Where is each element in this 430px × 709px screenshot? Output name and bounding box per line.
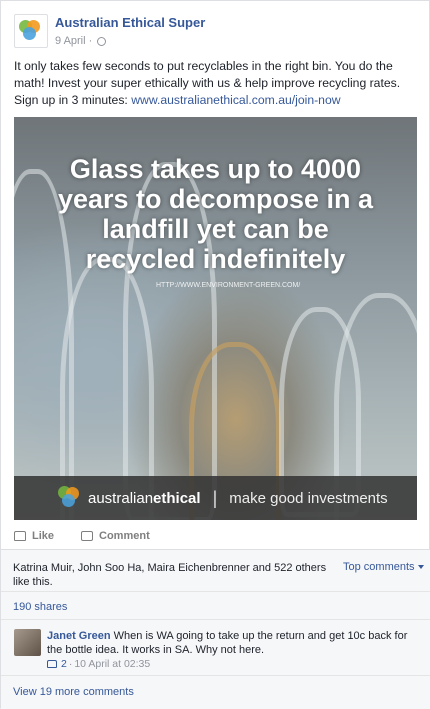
facebook-post-card: Australian Ethical Super 9 April · It on… — [0, 0, 430, 709]
comment-time[interactable]: 10 April at 02:35 — [74, 658, 150, 670]
page-logo[interactable] — [14, 14, 48, 48]
comment-body: Janet Green When is WA going to take up … — [47, 629, 417, 657]
image-headline: Glass takes up to 4000 years to decompos… — [57, 154, 374, 274]
shares-link[interactable]: 190 shares — [13, 601, 67, 613]
post-meta: Australian Ethical Super 9 April · — [55, 14, 205, 50]
chevron-down-icon — [417, 565, 424, 570]
top-comments-dropdown[interactable]: Top comments — [343, 561, 424, 573]
likes-summary: Katrina Muir, John Soo Ha, Maira Eichenb… — [1, 549, 430, 591]
shares-row: 190 shares — [1, 591, 430, 619]
speech-bubble-icon — [81, 531, 94, 541]
likes-text[interactable]: Katrina Muir, John Soo Ha, Maira Eichenb… — [13, 561, 330, 589]
post-header: Australian Ethical Super 9 April · — [14, 14, 205, 50]
thumbs-up-icon — [14, 531, 26, 541]
page-name[interactable]: Australian Ethical Super — [55, 15, 205, 30]
post-date-row: 9 April · — [55, 35, 205, 47]
brand-banner: australianethical | make good investment… — [14, 476, 417, 520]
thumbs-up-icon — [47, 660, 57, 668]
comment-item: Janet Green When is WA going to take up … — [1, 619, 430, 675]
brand-tagline: make good investments — [229, 489, 388, 507]
post-actions: Like Comment — [14, 530, 150, 542]
comment-meta: 2 · 10 April at 02:35 — [47, 658, 150, 670]
comment-label: Comment — [99, 530, 150, 542]
globe-icon — [97, 36, 107, 46]
like-button[interactable]: Like — [14, 530, 54, 542]
post-date[interactable]: 9 April — [55, 35, 86, 47]
post-link[interactable]: www.australianethical.com.au/join-now — [131, 93, 340, 107]
image-source-url: HTTP://WWW.ENVIRONMENT-GREEN.COM/ — [156, 282, 301, 289]
brand-divider: | — [212, 487, 218, 508]
post-text: It only takes few seconds to put recycla… — [14, 58, 419, 109]
like-label: Like — [32, 530, 55, 542]
australian-ethical-logo — [56, 486, 80, 510]
avatar[interactable] — [14, 629, 41, 656]
comment-author[interactable]: Janet Green — [47, 630, 111, 642]
view-more-comments: View 19 more comments — [1, 675, 430, 709]
view-more-comments-link[interactable]: View 19 more comments — [13, 686, 134, 698]
post-image[interactable]: Glass takes up to 4000 years to decompos… — [14, 117, 417, 520]
comment-button[interactable]: Comment — [81, 530, 150, 542]
comment-like-count[interactable]: 2 — [61, 658, 67, 670]
brand-name: australianethical — [88, 489, 201, 507]
